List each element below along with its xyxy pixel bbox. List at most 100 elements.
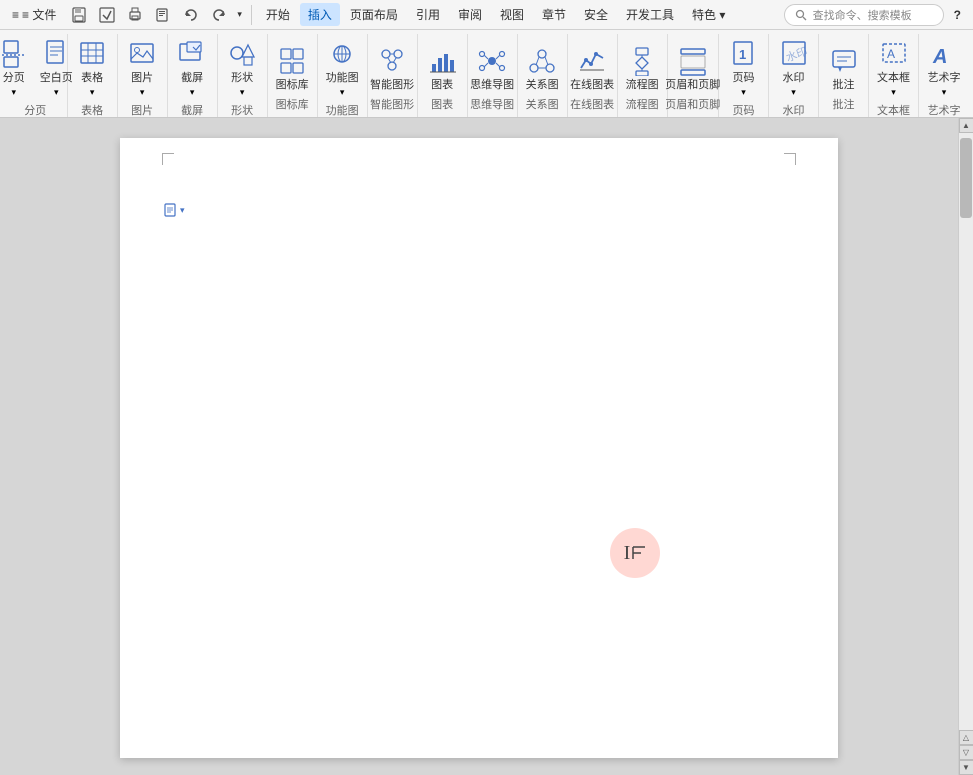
btn-yema[interactable]: 1 页码 ▾ (724, 36, 764, 100)
menu-kaifa[interactable]: 开发工具 (618, 3, 682, 26)
group-wenbenkuang: A 文本框 ▾ 文本框 (869, 34, 919, 117)
group-jieping: 截屏 ▾ 截屏 (168, 34, 218, 117)
btn-tubiaoku[interactable]: 图标库 (272, 43, 313, 94)
scroll-page-up-btn[interactable]: △ (959, 730, 973, 745)
shenpi-label: 审阅 (458, 6, 482, 23)
group-guanxitu-content: 关系图 (522, 36, 563, 96)
menu-shenpi[interactable]: 审阅 (450, 3, 490, 26)
flowchart-icon (626, 45, 658, 77)
btn-liuchengtu[interactable]: 流程图 (622, 43, 663, 94)
btn-onlinechart-label: 在线图表 (570, 79, 614, 92)
menu-icon-file: ≡ (12, 8, 19, 22)
btn-yemei[interactable]: 页眉和页脚 (661, 43, 724, 94)
scroll-bottom-buttons: △ ▽ ▼ (959, 730, 973, 775)
btn-jieping-arrow: ▾ (190, 87, 195, 98)
btn-pizhu[interactable]: 批注 (824, 43, 864, 94)
btn-xingzhuang[interactable]: 形状 ▾ (222, 36, 262, 100)
scroll-page-down-btn[interactable]: ▽ (959, 745, 973, 760)
menu-kaishi[interactable]: 开始 (258, 3, 298, 26)
btn-biaoge[interactable]: 表格 ▾ (72, 36, 112, 100)
group-tupian-content: 图片 ▾ (122, 36, 162, 102)
mindmap-icon (476, 45, 508, 77)
image-icon (126, 38, 158, 70)
menu-yemian[interactable]: 页面布局 (342, 3, 406, 26)
icon-library-icon (276, 45, 308, 77)
group-xingzhuang-content: 形状 ▾ (222, 36, 262, 102)
toolbar-save[interactable] (66, 4, 92, 26)
btn-smart[interactable]: 智能图形 (366, 43, 418, 94)
btn-guanxitu[interactable]: 关系图 (522, 43, 563, 94)
group-biaotu: 图表 图表 (418, 34, 468, 117)
toolbar-print-preview[interactable] (150, 4, 176, 26)
document-area: ▾ I ▲ △ ▽ ▼ (0, 118, 973, 775)
btn-gongnengtu-label: 功能图 (326, 72, 359, 85)
group-biaoge: 表格 ▾ 表格 (68, 34, 118, 117)
doc-floating-icon[interactable]: ▾ (164, 203, 185, 217)
menu-charu[interactable]: 插入 (300, 3, 340, 26)
scroll-up-btn[interactable]: ▲ (959, 118, 973, 133)
group-tubiaoku-label: 图标库 (276, 96, 309, 115)
group-yemei: 页眉和页脚 页眉和页脚 (668, 34, 719, 117)
btn-wenbenkuang-arrow: ▾ (891, 87, 896, 98)
btn-siweidaotu[interactable]: 思维导图 (466, 43, 518, 94)
group-yishuzhi: A 艺术字 ▾ 艺术字 (919, 34, 969, 117)
watermark-icon: 水印 (778, 38, 810, 70)
group-siweidaotu: 思维导图 思维导图 (468, 34, 518, 117)
menu-anquan[interactable]: 安全 (576, 3, 616, 26)
group-wenbenkuang-content: A 文本框 ▾ (873, 36, 914, 102)
menu-zhangje[interactable]: 章节 (534, 3, 574, 26)
menu-help[interactable]: ? (946, 5, 969, 25)
document-page[interactable]: ▾ I (120, 138, 838, 758)
btn-tubiaoku-label: 图标库 (276, 79, 309, 92)
btn-fenyemian[interactable]: 分页 ▾ (0, 36, 34, 100)
document-scroll[interactable]: ▾ I (0, 118, 958, 775)
toolbar-undo-dropdown[interactable]: ▾ (234, 6, 245, 23)
btn-xingzhuang-label: 形状 (231, 72, 253, 85)
btn-shuiyin[interactable]: 水印 水印 ▾ (774, 36, 814, 100)
comment-icon (828, 45, 860, 77)
btn-tupian-label: 图片 (131, 72, 153, 85)
group-siweidaotu-content: 思维导图 (466, 36, 518, 96)
btn-pizhu-label: 批注 (833, 79, 855, 92)
btn-tupian-arrow: ▾ (140, 87, 145, 98)
btn-gongnengtu[interactable]: 功能图 ▾ (322, 36, 363, 100)
menu-shitu[interactable]: 视图 (492, 3, 532, 26)
btn-guanxitu-label: 关系图 (526, 79, 559, 92)
group-liuchengtu: 流程图 流程图 (618, 34, 668, 117)
group-shuiyin: 水印 水印 ▾ 水印 (769, 34, 819, 117)
btn-jieping[interactable]: 截屏 ▾ (172, 36, 212, 100)
group-biaoge-content: 表格 ▾ (72, 36, 112, 102)
btn-yishuzhi[interactable]: A 艺术字 ▾ (924, 36, 965, 100)
menu-search[interactable]: 查找命令、搜索模板 (784, 4, 944, 26)
menu-file[interactable]: ≡ ≡ 文件 (4, 3, 64, 26)
btn-wenbenkuang[interactable]: A 文本框 ▾ (873, 36, 914, 100)
btn-tupian[interactable]: 图片 ▾ (122, 36, 162, 100)
group-pizhu-label: 批注 (833, 96, 855, 115)
toolbar-undo[interactable] (178, 4, 204, 26)
group-yemei-content: 页眉和页脚 (661, 36, 724, 96)
btn-biaotu[interactable]: 图表 (422, 43, 462, 94)
toolbar-print[interactable] (122, 4, 148, 26)
anquan-label: 安全 (584, 6, 608, 23)
group-liuchengtu-content: 流程图 (622, 36, 663, 96)
wordart-icon: A (928, 38, 960, 70)
toolbar-redo[interactable] (206, 4, 232, 26)
func-chart-icon (326, 38, 358, 70)
scroll-track[interactable] (959, 133, 973, 730)
shitu-label: 视图 (500, 6, 524, 23)
btn-onlinechart[interactable]: 在线图表 (566, 43, 618, 94)
corner-tl (162, 153, 174, 165)
cursor-indicator: I (610, 528, 660, 578)
cursor-symbol: I (624, 542, 647, 565)
scroll-down-btn[interactable]: ▼ (959, 760, 973, 775)
btn-kongbai-arrow: ▾ (54, 87, 59, 98)
toolbar-save-alt[interactable] (94, 4, 120, 26)
btn-shuiyin-label: 水印 (783, 72, 805, 85)
menu-yinyong[interactable]: 引用 (408, 3, 448, 26)
btn-yema-arrow: ▾ (741, 87, 746, 98)
doc-icon-arrow[interactable]: ▾ (180, 205, 185, 216)
scroll-thumb[interactable] (960, 138, 972, 218)
svg-text:A: A (887, 47, 895, 61)
menu-tese[interactable]: 特色 ▾ (684, 3, 733, 26)
btn-yema-label: 页码 (733, 72, 755, 85)
